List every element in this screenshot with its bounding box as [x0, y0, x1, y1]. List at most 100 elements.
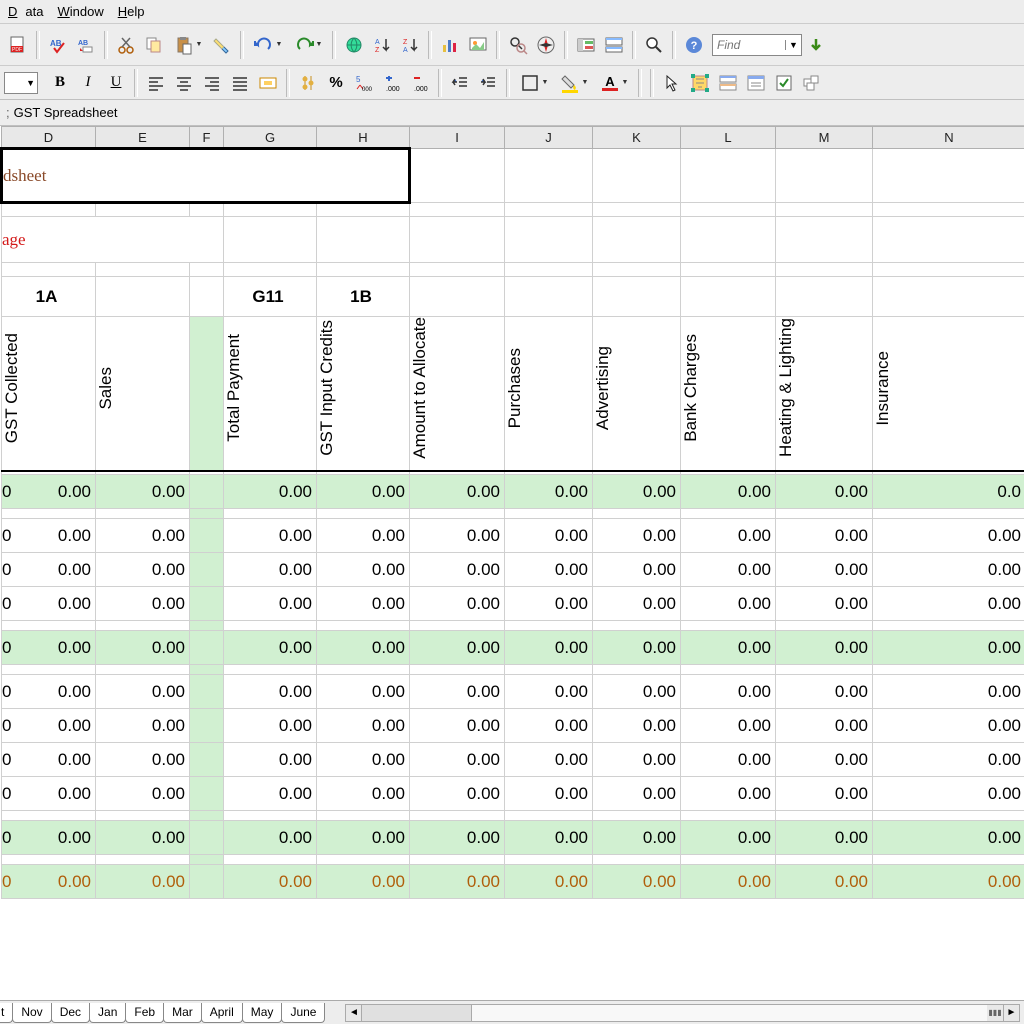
data-cell[interactable]: 0.00: [96, 519, 190, 553]
data-cell[interactable]: [190, 519, 224, 553]
find-next-down-icon[interactable]: [802, 31, 830, 59]
data-cell[interactable]: 0.00: [873, 865, 1024, 899]
data-cell[interactable]: 0.00: [224, 777, 317, 811]
data-cell[interactable]: 0.00: [593, 675, 681, 709]
data-cell[interactable]: 0.00: [96, 743, 190, 777]
data-cell[interactable]: [190, 553, 224, 587]
scroll-right-icon[interactable]: ►: [1003, 1005, 1019, 1021]
align-justify-icon[interactable]: [226, 69, 254, 97]
data-cell[interactable]: 0.00: [505, 743, 593, 777]
data-cell[interactable]: 0.00: [776, 675, 873, 709]
data-cell[interactable]: 00.00: [2, 709, 96, 743]
data-cell[interactable]: 00.00: [2, 631, 96, 665]
more-controls-icon[interactable]: [798, 69, 826, 97]
data-cell[interactable]: 0.00: [224, 743, 317, 777]
code-header[interactable]: [873, 277, 1024, 317]
chart-icon[interactable]: [436, 31, 464, 59]
borders-icon[interactable]: ▼: [514, 69, 554, 97]
data-cell[interactable]: 0.00: [96, 821, 190, 855]
data-cell[interactable]: 0.00: [681, 519, 776, 553]
column-header[interactable]: D: [2, 127, 96, 149]
column-label[interactable]: Purchases: [505, 317, 593, 471]
scroll-left-icon[interactable]: ◄: [346, 1005, 362, 1021]
gallery-icon[interactable]: [572, 31, 600, 59]
column-label[interactable]: Advertising: [593, 317, 681, 471]
data-cell[interactable]: 0.00: [96, 475, 190, 509]
data-cell[interactable]: [190, 675, 224, 709]
sort-desc-icon[interactable]: ZA: [396, 31, 424, 59]
data-cell[interactable]: 0.00: [593, 631, 681, 665]
code-header[interactable]: 1A: [2, 277, 96, 317]
data-cell[interactable]: 0.00: [317, 519, 410, 553]
cut-icon[interactable]: [112, 31, 140, 59]
code-header[interactable]: [505, 277, 593, 317]
data-cell[interactable]: 0.00: [681, 743, 776, 777]
data-cell[interactable]: 0.00: [776, 475, 873, 509]
form-design-icon[interactable]: [742, 69, 770, 97]
data-cell[interactable]: 0.00: [224, 519, 317, 553]
data-cell[interactable]: 0.00: [224, 865, 317, 899]
data-cell[interactable]: 0.00: [873, 709, 1024, 743]
data-cell[interactable]: 0.00: [317, 821, 410, 855]
align-left-icon[interactable]: [142, 69, 170, 97]
number-format-icon[interactable]: 5000: [350, 69, 378, 97]
redo-icon[interactable]: ▼: [288, 31, 328, 59]
data-cell[interactable]: 0.00: [317, 631, 410, 665]
data-cell[interactable]: 0.00: [873, 553, 1024, 587]
checkbox-control-icon[interactable]: [770, 69, 798, 97]
code-header[interactable]: G11: [224, 277, 317, 317]
bold-button[interactable]: B: [46, 69, 74, 97]
data-cell[interactable]: 0.00: [873, 587, 1024, 621]
menu-help[interactable]: Help: [114, 2, 149, 21]
scroll-thumb[interactable]: [362, 1005, 472, 1021]
data-cell[interactable]: 0.00: [873, 777, 1024, 811]
data-cell[interactable]: [190, 777, 224, 811]
title-cell[interactable]: dsheet: [2, 149, 410, 203]
data-cell[interactable]: 00.00: [2, 587, 96, 621]
data-cell[interactable]: [190, 631, 224, 665]
data-cell[interactable]: 0.00: [776, 631, 873, 665]
increase-indent-icon[interactable]: [474, 69, 502, 97]
sheet-tab[interactable]: Jan: [89, 1003, 126, 1023]
form-controls-icon[interactable]: [714, 69, 742, 97]
hyperlink-icon[interactable]: [340, 31, 368, 59]
data-cell[interactable]: 0.00: [505, 475, 593, 509]
column-label[interactable]: GST Collected: [2, 317, 96, 471]
data-cell[interactable]: 0.00: [224, 821, 317, 855]
data-cell[interactable]: 0.00: [96, 553, 190, 587]
column-header[interactable]: J: [505, 127, 593, 149]
code-header[interactable]: 1B: [317, 277, 410, 317]
code-header[interactable]: [410, 277, 505, 317]
data-cell[interactable]: [190, 709, 224, 743]
data-cell[interactable]: 0.00: [593, 743, 681, 777]
align-center-icon[interactable]: [170, 69, 198, 97]
data-cell[interactable]: 0.00: [224, 675, 317, 709]
autocorrect-icon[interactable]: AB: [72, 31, 100, 59]
column-header[interactable]: I: [410, 127, 505, 149]
column-label[interactable]: Total Payment: [224, 317, 317, 471]
data-cell[interactable]: [190, 821, 224, 855]
copy-icon[interactable]: [140, 31, 168, 59]
data-cell[interactable]: 0.00: [593, 777, 681, 811]
column-label[interactable]: [190, 317, 224, 471]
page-heading[interactable]: age: [2, 217, 224, 263]
data-cell[interactable]: 0.00: [317, 709, 410, 743]
data-cell[interactable]: 0.00: [410, 743, 505, 777]
export-pdf-icon[interactable]: PDF: [4, 31, 32, 59]
datasources-icon[interactable]: [600, 31, 628, 59]
find-toolbar-box[interactable]: ▼: [712, 34, 802, 56]
column-label[interactable]: Amount to Allocate: [410, 317, 505, 471]
data-cell[interactable]: 0.00: [505, 519, 593, 553]
sheet-tab[interactable]: Mar: [163, 1003, 202, 1023]
sheet-tab[interactable]: Dec: [51, 1003, 90, 1023]
data-cell[interactable]: [190, 587, 224, 621]
data-cell[interactable]: 0.00: [410, 519, 505, 553]
data-cell[interactable]: 0.00: [776, 519, 873, 553]
code-header[interactable]: [776, 277, 873, 317]
column-header[interactable]: E: [96, 127, 190, 149]
design-mode-icon[interactable]: [686, 69, 714, 97]
show-draw-icon[interactable]: [464, 31, 492, 59]
sheet-tab[interactable]: June: [281, 1003, 325, 1023]
sheet-tab[interactable]: May: [242, 1003, 283, 1023]
menu-data[interactable]: Data: [4, 2, 47, 21]
